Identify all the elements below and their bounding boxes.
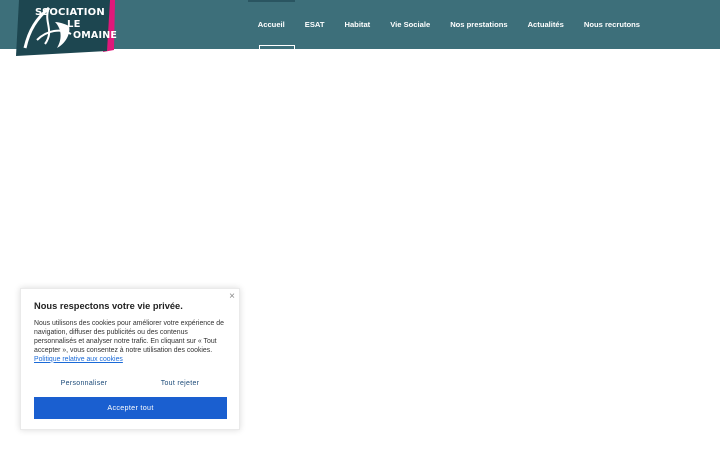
- nav-item-nos-prestations[interactable]: Nos prestations: [440, 0, 517, 49]
- reject-all-button[interactable]: Tout rejeter: [161, 380, 200, 387]
- cookie-description: Nous utilisons des cookies pour améliore…: [34, 320, 226, 365]
- nav-item-accueil[interactable]: Accueil: [247, 0, 295, 50]
- cookie-description-text: Nous utilisons des cookies pour améliore…: [34, 320, 224, 354]
- nav-item-nous-recrutons[interactable]: Nous recrutons: [574, 0, 650, 49]
- cookie-policy-link[interactable]: Politique relative aux cookies: [34, 356, 123, 363]
- site-header: SSOCIATION LE OMAINE Accueil ESAT Habita…: [0, 0, 720, 56]
- cookie-title: Nous respectons votre vie privée.: [34, 301, 183, 311]
- customize-button[interactable]: Personnaliser: [61, 380, 108, 387]
- accept-all-button[interactable]: Accepter tout: [34, 396, 227, 419]
- logo-text-line3: OMAINE: [73, 30, 118, 41]
- logo-text-line2: LE: [67, 19, 81, 30]
- nav-item-vie-sociale[interactable]: Vie Sociale: [380, 0, 440, 49]
- association-logo[interactable]: SSOCIATION LE OMAINE: [15, 0, 118, 57]
- cookie-secondary-actions: Personnaliser Tout rejeter: [34, 380, 226, 387]
- close-icon[interactable]: ×: [229, 291, 235, 302]
- nav-item-habitat[interactable]: Habitat: [334, 0, 380, 49]
- main-nav: Accueil ESAT Habitat Vie Sociale Nos pre…: [247, 0, 650, 50]
- nav-item-esat[interactable]: ESAT: [295, 0, 335, 49]
- nav-item-actualites[interactable]: Actualités: [518, 0, 574, 49]
- logo-text-line1: SSOCIATION: [35, 7, 105, 18]
- cookie-consent-dialog: × Nous respectons votre vie privée. Nous…: [20, 288, 240, 430]
